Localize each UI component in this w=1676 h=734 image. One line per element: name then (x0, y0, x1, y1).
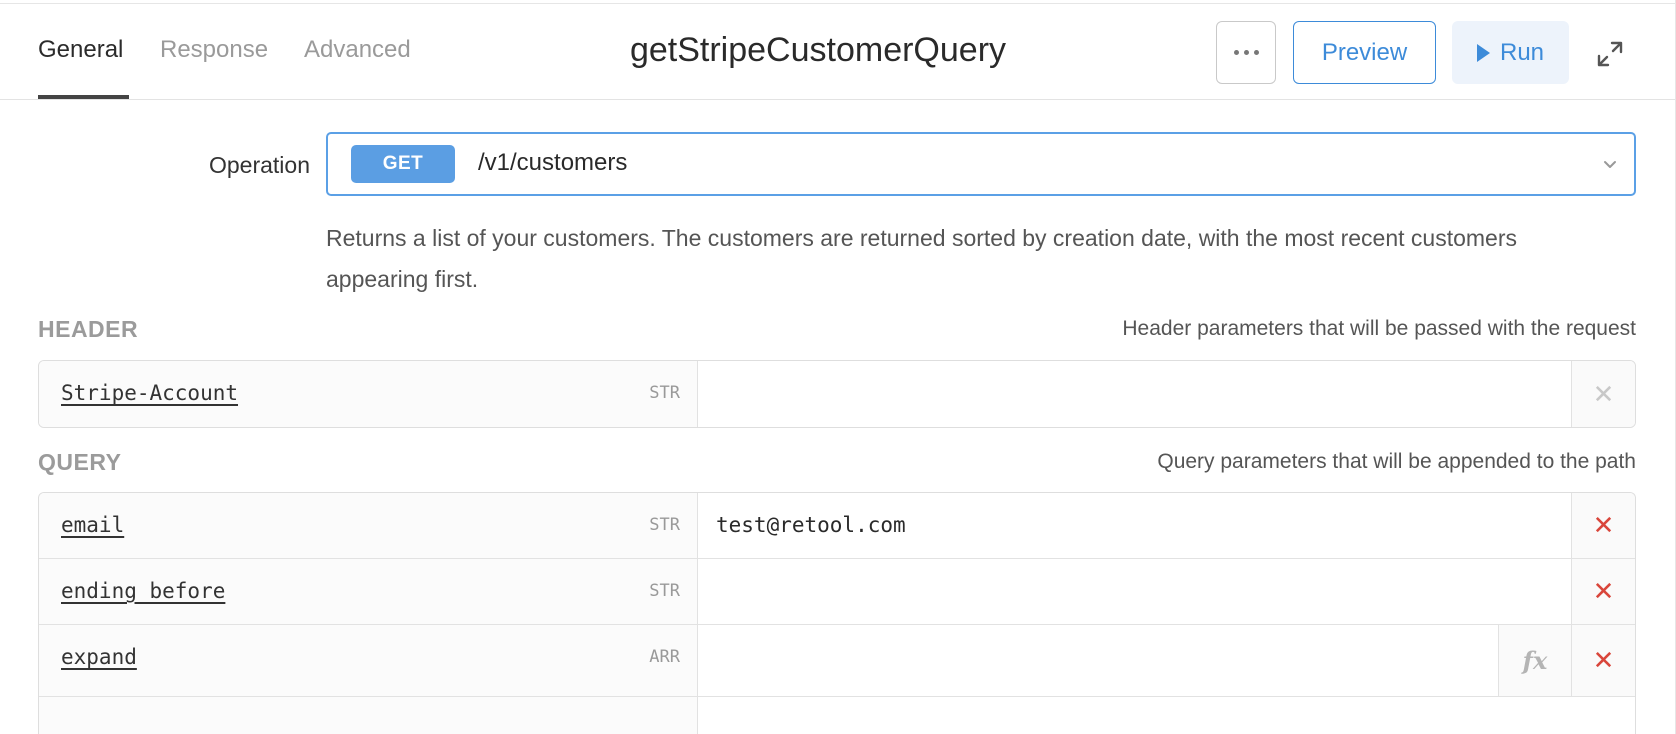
tab-advanced[interactable]: Advanced (304, 36, 411, 64)
operation-select[interactable]: GET /v1/customers (326, 132, 1636, 196)
query-section-title: QUERY (38, 449, 122, 475)
close-icon: ✕ (1592, 645, 1615, 675)
table-row: email STR test@retool.com ✕ (39, 493, 1635, 559)
param-type: STR (649, 515, 680, 535)
param-name[interactable]: expand (61, 645, 137, 669)
param-type: ARR (649, 647, 680, 667)
table-row: expand ARR fx ✕ (39, 625, 1635, 697)
param-value-input[interactable] (699, 361, 1571, 427)
active-tab-indicator (38, 95, 129, 99)
operation-label: Operation (208, 152, 310, 178)
param-type: STR (649, 581, 680, 601)
operation-path: /v1/customers (478, 149, 628, 176)
remove-param-button[interactable]: ✕ (1571, 493, 1635, 558)
table-row: Stripe-Account STR ✕ (39, 361, 1635, 427)
param-name[interactable]: ending_before (61, 579, 225, 603)
preview-button[interactable]: Preview (1293, 21, 1436, 84)
header-section-title: HEADER (38, 316, 139, 342)
close-icon: ✕ (1592, 510, 1615, 540)
remove-param-button[interactable]: ✕ (1571, 559, 1635, 624)
query-title[interactable]: getStripeCustomerQuery (630, 31, 1006, 69)
preview-button-label: Preview (1321, 38, 1408, 66)
param-key-cell: Stripe-Account STR (39, 361, 698, 427)
more-options-button[interactable] (1216, 21, 1276, 84)
param-name[interactable]: Stripe-Account (61, 381, 238, 405)
query-params-table: email STR test@retool.com ✕ ending_befor… (38, 492, 1636, 734)
param-value: test@retool.com (716, 513, 906, 537)
tab-general[interactable]: General (38, 36, 123, 64)
header-params-table: Stripe-Account STR ✕ (38, 360, 1636, 428)
run-button[interactable]: Run (1452, 21, 1569, 84)
play-icon (1476, 43, 1490, 62)
param-key-cell (39, 697, 698, 734)
operation-description: Returns a list of your customers. The cu… (326, 225, 1517, 292)
table-row: ending_before STR ✕ (39, 559, 1635, 625)
function-icon: fx (1522, 646, 1548, 675)
close-icon: ✕ (1592, 576, 1615, 606)
http-method-badge: GET (351, 145, 455, 183)
more-horizontal-icon (1233, 50, 1259, 55)
remove-param-button[interactable]: ✕ (1571, 625, 1635, 696)
query-editor-header: General Response Advanced getStripeCusto… (0, 4, 1675, 100)
param-value-input[interactable]: test@retool.com (699, 493, 1571, 558)
param-value-input[interactable] (699, 697, 1571, 734)
chevron-down-icon (1604, 161, 1616, 168)
close-icon: ✕ (1592, 378, 1615, 409)
table-row (39, 697, 1635, 734)
query-section-hint: Query parameters that will be appended t… (1157, 450, 1636, 473)
param-type: STR (649, 383, 680, 403)
param-key-cell: email STR (39, 493, 698, 558)
remove-param-button[interactable]: ✕ (1571, 361, 1635, 427)
param-value-input[interactable] (699, 559, 1571, 624)
param-name[interactable]: email (61, 513, 124, 537)
header-section-hint: Header parameters that will be passed wi… (1122, 317, 1636, 340)
run-button-label: Run (1499, 38, 1545, 66)
expand-icon[interactable] (1596, 40, 1624, 68)
tab-response[interactable]: Response (160, 36, 268, 64)
param-key-cell: expand ARR (39, 625, 698, 696)
fx-toggle-button[interactable]: fx (1498, 625, 1571, 696)
param-value-input[interactable]: fx (699, 625, 1571, 696)
param-key-cell: ending_before STR (39, 559, 698, 624)
